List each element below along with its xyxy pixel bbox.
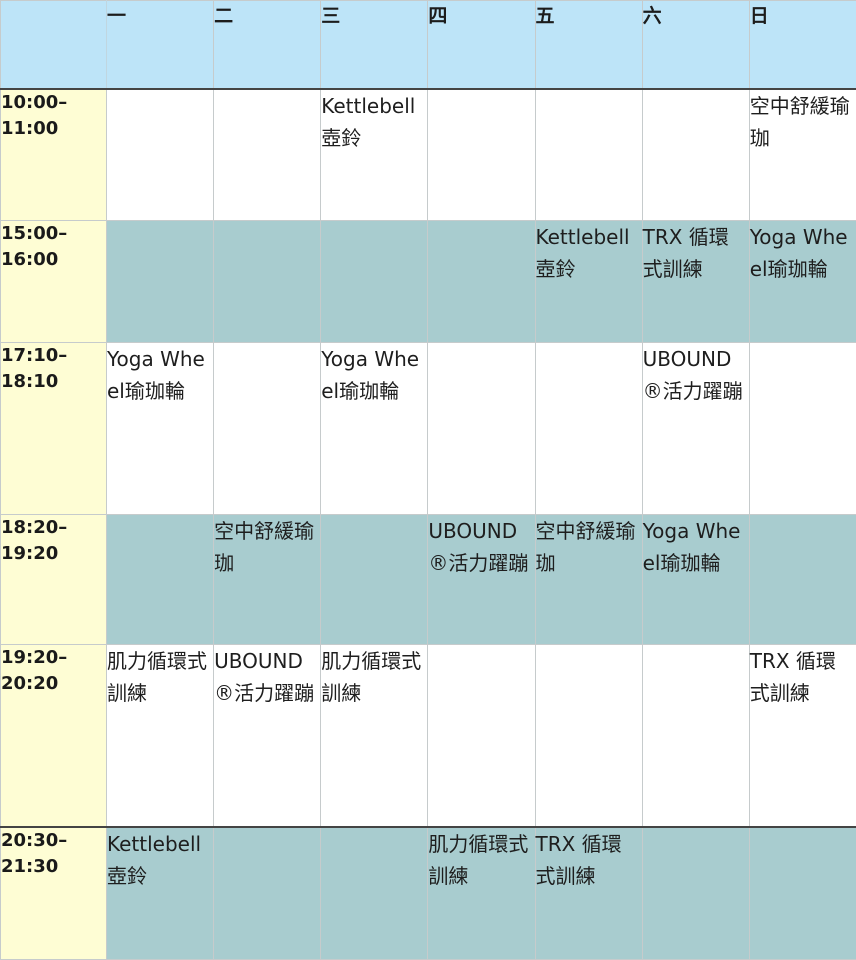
- class-cell[interactable]: 空中舒緩瑜珈: [749, 89, 856, 221]
- day-header-tue: 二: [214, 1, 321, 89]
- header-corner: [1, 1, 107, 89]
- class-cell[interactable]: [107, 89, 214, 221]
- time-slot: 10:00–11:00: [1, 89, 107, 221]
- table-row: 18:20–19:20 空中舒緩瑜珈 UBOUND®活力躍蹦 空中舒緩瑜珈 Yo…: [1, 515, 856, 645]
- class-schedule-table: 一 二 三 四 五 六 日 10:00–11:00 Kettlebell 壺鈴 …: [0, 0, 856, 960]
- class-cell[interactable]: [428, 89, 535, 221]
- day-header-thu: 四: [428, 1, 535, 89]
- class-cell[interactable]: Yoga Wheel瑜珈輪: [107, 343, 214, 515]
- class-cell[interactable]: Yoga Wheel瑜珈輪: [749, 221, 856, 343]
- schedule-sheet: 一 二 三 四 五 六 日 10:00–11:00 Kettlebell 壺鈴 …: [0, 0, 856, 959]
- class-cell[interactable]: [428, 221, 535, 343]
- class-cell[interactable]: Kettlebell 壺鈴: [107, 827, 214, 960]
- time-end: 20:20: [1, 671, 106, 697]
- day-header-fri: 五: [535, 1, 642, 89]
- class-cell[interactable]: TRX 循環式訓練: [749, 645, 856, 827]
- class-cell[interactable]: 肌力循環式訓練: [321, 645, 428, 827]
- time-end: 11:00: [1, 116, 106, 142]
- class-cell[interactable]: [749, 343, 856, 515]
- day-header-sun: 日: [749, 1, 856, 89]
- table-row: 19:20–20:20 肌力循環式訓練 UBOUND®活力躍蹦 肌力循環式訓練 …: [1, 645, 856, 827]
- class-cell[interactable]: 空中舒緩瑜珈: [214, 515, 321, 645]
- time-end: 19:20: [1, 541, 106, 567]
- class-cell[interactable]: [535, 343, 642, 515]
- class-cell[interactable]: [107, 515, 214, 645]
- class-cell[interactable]: [535, 89, 642, 221]
- table-row: 15:00–16:00 Kettlebell 壺鈴 TRX 循環式訓練 Yoga…: [1, 221, 856, 343]
- day-header-sat: 六: [642, 1, 749, 89]
- class-cell[interactable]: UBOUND®活力躍蹦: [428, 515, 535, 645]
- time-slot: 18:20–19:20: [1, 515, 107, 645]
- class-cell[interactable]: [642, 89, 749, 221]
- time-start: 18:20–: [1, 515, 106, 541]
- class-cell[interactable]: [107, 221, 214, 343]
- class-cell[interactable]: [214, 89, 321, 221]
- time-slot: 19:20–20:20: [1, 645, 107, 827]
- class-cell[interactable]: [535, 645, 642, 827]
- class-cell[interactable]: Kettlebell 壺鈴: [321, 89, 428, 221]
- time-slot: 20:30–21:30: [1, 827, 107, 960]
- time-start: 20:30–: [1, 828, 106, 854]
- class-cell[interactable]: [321, 221, 428, 343]
- time-start: 19:20–: [1, 645, 106, 671]
- table-row: 20:30–21:30 Kettlebell 壺鈴 肌力循環式訓練 TRX 循環…: [1, 827, 856, 960]
- class-cell[interactable]: TRX 循環式訓練: [642, 221, 749, 343]
- class-cell[interactable]: [214, 343, 321, 515]
- class-cell[interactable]: [428, 343, 535, 515]
- header-row: 一 二 三 四 五 六 日: [1, 1, 856, 89]
- class-cell[interactable]: [642, 645, 749, 827]
- class-cell[interactable]: [214, 827, 321, 960]
- class-cell[interactable]: [749, 827, 856, 960]
- table-row: 10:00–11:00 Kettlebell 壺鈴 空中舒緩瑜珈: [1, 89, 856, 221]
- time-start: 10:00–: [1, 90, 106, 116]
- class-cell[interactable]: [428, 645, 535, 827]
- time-start: 15:00–: [1, 221, 106, 247]
- class-cell[interactable]: [321, 827, 428, 960]
- time-end: 16:00: [1, 247, 106, 273]
- class-cell[interactable]: TRX 循環式訓練: [535, 827, 642, 960]
- time-slot: 15:00–16:00: [1, 221, 107, 343]
- day-header-wed: 三: [321, 1, 428, 89]
- time-end: 18:10: [1, 369, 106, 395]
- time-start: 17:10–: [1, 343, 106, 369]
- class-cell[interactable]: 肌力循環式訓練: [428, 827, 535, 960]
- day-header-mon: 一: [107, 1, 214, 89]
- class-cell[interactable]: [642, 827, 749, 960]
- class-cell[interactable]: 肌力循環式訓練: [107, 645, 214, 827]
- class-cell[interactable]: [214, 221, 321, 343]
- class-cell[interactable]: 空中舒緩瑜珈: [535, 515, 642, 645]
- class-cell[interactable]: [321, 515, 428, 645]
- class-cell[interactable]: UBOUND®活力躍蹦: [214, 645, 321, 827]
- class-cell[interactable]: UBOUND®活力躍蹦: [642, 343, 749, 515]
- table-row: 17:10–18:10 Yoga Wheel瑜珈輪 Yoga Wheel瑜珈輪 …: [1, 343, 856, 515]
- time-end: 21:30: [1, 854, 106, 880]
- class-cell[interactable]: Yoga Wheel瑜珈輪: [642, 515, 749, 645]
- class-cell[interactable]: [749, 515, 856, 645]
- time-slot: 17:10–18:10: [1, 343, 107, 515]
- class-cell[interactable]: Kettlebell 壺鈴: [535, 221, 642, 343]
- class-cell[interactable]: Yoga Wheel瑜珈輪: [321, 343, 428, 515]
